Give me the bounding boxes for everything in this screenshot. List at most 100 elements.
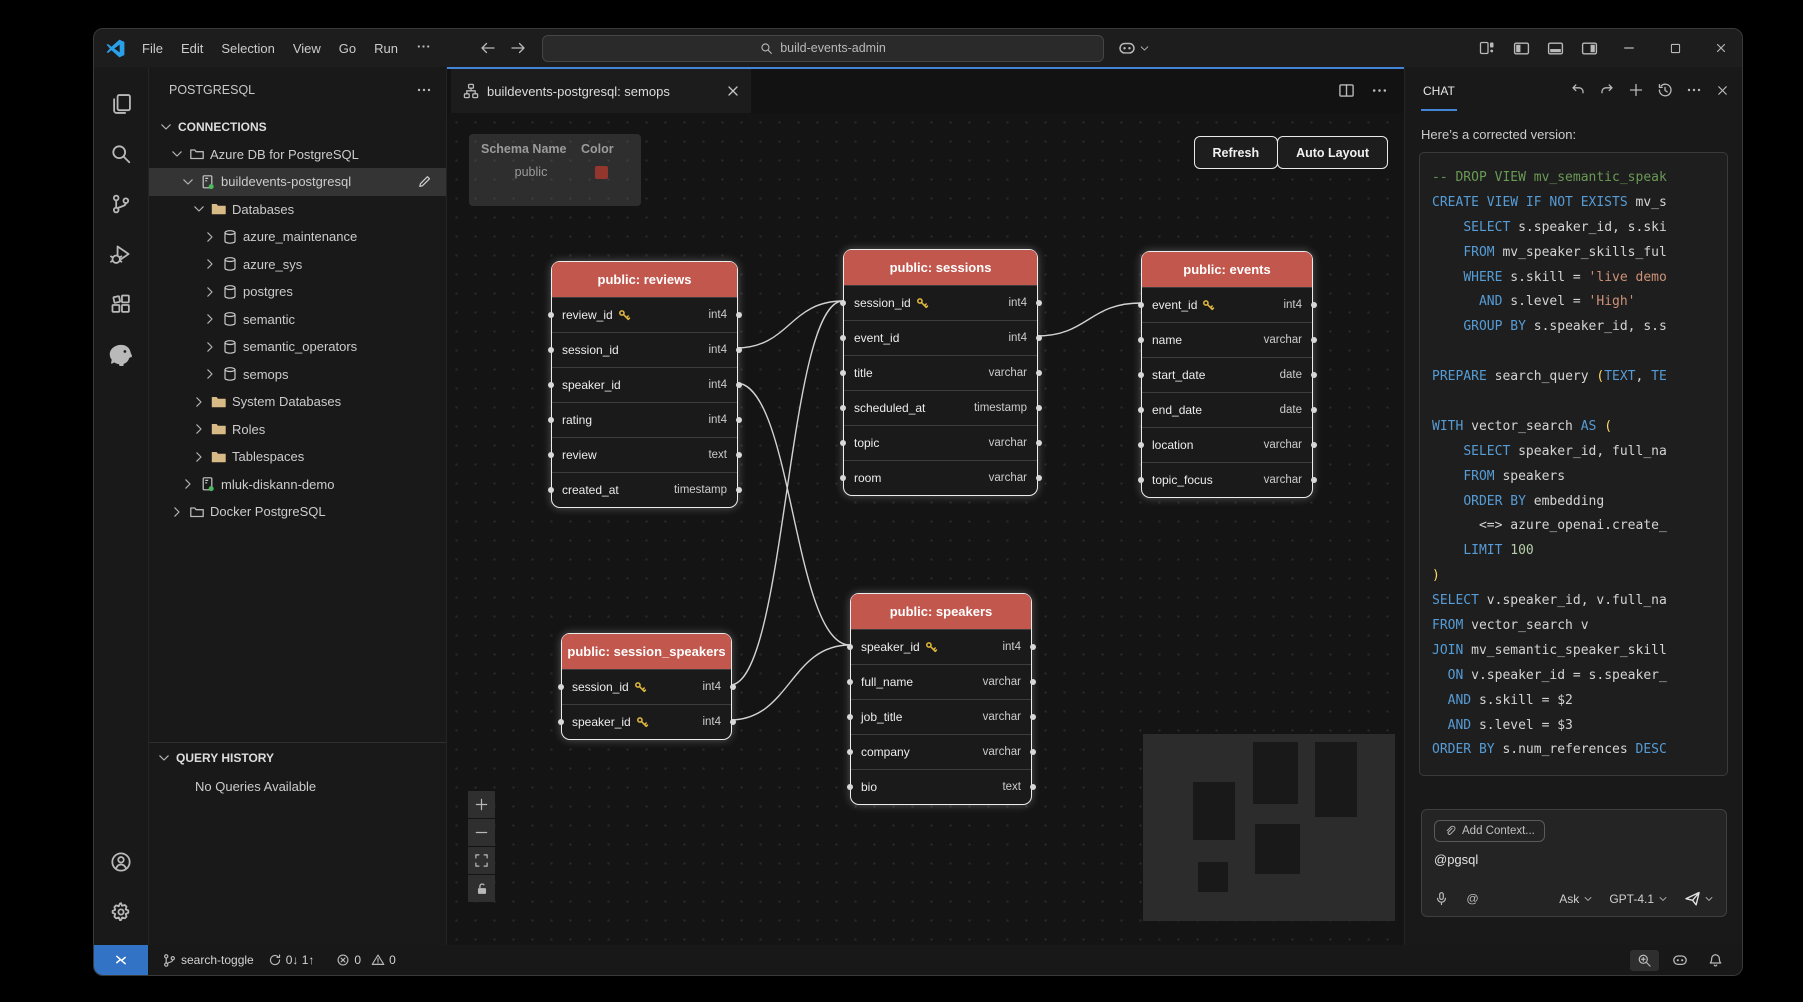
activity-search[interactable] [97, 129, 145, 179]
connection-handle[interactable] [1030, 644, 1036, 650]
connection-handle[interactable] [548, 347, 554, 353]
zoom-in-button[interactable] [468, 791, 495, 818]
sync-status[interactable]: 0↓ 1↑ [268, 953, 315, 967]
toggle-secondary-sidebar-button[interactable] [1574, 33, 1604, 63]
connection-handle[interactable] [548, 452, 554, 458]
tree-item-azure-maintenance[interactable]: azure_maintenance [149, 223, 446, 251]
activity-explorer[interactable] [97, 79, 145, 129]
split-editor-button[interactable] [1338, 82, 1355, 99]
connection-handle[interactable] [736, 452, 742, 458]
connection-handle[interactable] [840, 370, 846, 376]
connection-handle[interactable] [1036, 300, 1042, 306]
add-context-button[interactable]: Add Context... [1434, 820, 1545, 842]
minimize-button[interactable] [1608, 29, 1650, 67]
connection-handle[interactable] [1311, 477, 1317, 483]
menu-edit[interactable]: Edit [172, 37, 212, 60]
connection-handle[interactable] [840, 475, 846, 481]
connection-handle[interactable] [736, 382, 742, 388]
tree-item-roles[interactable]: Roles [149, 416, 446, 444]
connection-handle[interactable] [847, 749, 853, 755]
connection-handle[interactable] [1030, 784, 1036, 790]
connection-handle[interactable] [548, 487, 554, 493]
connection-handle[interactable] [730, 719, 736, 725]
connection-handle[interactable] [1030, 679, 1036, 685]
settings-button[interactable] [97, 887, 145, 937]
connection-handle[interactable] [736, 417, 742, 423]
tree-item-azure-db-for-postgresql[interactable]: Azure DB for PostgreSQL [149, 141, 446, 169]
connection-handle[interactable] [1311, 302, 1317, 308]
menu-run[interactable]: Run [365, 37, 407, 60]
back-button[interactable] [480, 40, 496, 56]
activity-run-debug[interactable] [97, 229, 145, 279]
activity-source-control[interactable] [97, 179, 145, 229]
chat-input-value[interactable]: @pgsql [1434, 852, 1714, 867]
connection-handle[interactable] [847, 784, 853, 790]
connection-handle[interactable] [558, 684, 564, 690]
connection-handle[interactable] [548, 382, 554, 388]
diagram-table-public-speakers[interactable]: public: speakersspeaker_idint4full_namev… [850, 593, 1032, 805]
diagram-table-public-sessions[interactable]: public: sessionssession_idint4event_idin… [843, 249, 1038, 496]
model-dropdown[interactable]: GPT-4.1 [1609, 892, 1668, 906]
connection-handle[interactable] [1036, 440, 1042, 446]
maximize-button[interactable] [1654, 29, 1696, 67]
notifications-button[interactable] [1701, 950, 1730, 971]
sidebar-more-button[interactable] [416, 82, 432, 98]
chat-close-button[interactable] [1715, 83, 1730, 98]
mode-dropdown[interactable]: Ask [1559, 892, 1593, 906]
tab-schema-designer[interactable]: buildevents-postgresql: semops [451, 69, 751, 113]
connection-handle[interactable] [548, 417, 554, 423]
menu-more[interactable] [407, 35, 440, 61]
connection-handle[interactable] [1030, 749, 1036, 755]
redo-button[interactable] [1599, 82, 1615, 98]
connection-handle[interactable] [1138, 477, 1144, 483]
command-search-box[interactable]: build-events-admin [542, 35, 1104, 62]
connection-handle[interactable] [1311, 407, 1317, 413]
zoom-out-button[interactable] [468, 819, 495, 846]
connection-handle[interactable] [1138, 372, 1144, 378]
menu-go[interactable]: Go [330, 37, 365, 60]
forward-button[interactable] [510, 40, 526, 56]
tree-item-postgres[interactable]: postgres [149, 278, 446, 306]
tree-item-semantic[interactable]: semantic [149, 306, 446, 334]
tab-close-icon[interactable] [725, 83, 741, 99]
tree-item-semantic-operators[interactable]: semantic_operators [149, 333, 446, 361]
connection-handle[interactable] [558, 719, 564, 725]
tree-item-connections[interactable]: CONNECTIONS [149, 113, 446, 141]
chat-more-button[interactable] [1686, 82, 1702, 98]
remote-indicator[interactable] [94, 945, 148, 975]
mic-button[interactable] [1434, 891, 1449, 906]
send-button[interactable] [1684, 890, 1714, 907]
copilot-menu[interactable] [1118, 39, 1150, 57]
connection-handle[interactable] [1036, 335, 1042, 341]
activity-postgresql[interactable] [97, 329, 145, 379]
auto-layout-button[interactable]: Auto Layout [1277, 136, 1388, 169]
menu-file[interactable]: File [133, 37, 172, 60]
toggle-sidebar-button[interactable] [1506, 33, 1536, 63]
connection-handle[interactable] [548, 312, 554, 318]
connection-handle[interactable] [1138, 337, 1144, 343]
query-history-header[interactable]: QUERY HISTORY [149, 743, 446, 773]
customize-layout-button[interactable] [1472, 33, 1502, 63]
toggle-panel-button[interactable] [1540, 33, 1570, 63]
branch-status[interactable]: search-toggle [162, 953, 254, 968]
problems-status[interactable]: 0 0 [336, 953, 395, 967]
tree-item-docker-postgresql[interactable]: Docker PostgreSQL [149, 498, 446, 526]
editor-more-button[interactable] [1371, 82, 1388, 99]
zoom-status-button[interactable] [1630, 950, 1659, 971]
diagram-table-public-events[interactable]: public: eventsevent_idint4namevarcharsta… [1141, 251, 1313, 498]
connection-handle[interactable] [1036, 370, 1042, 376]
connection-handle[interactable] [730, 684, 736, 690]
tree-item-semops[interactable]: semops [149, 361, 446, 389]
connection-handle[interactable] [736, 487, 742, 493]
connection-handle[interactable] [736, 312, 742, 318]
connection-handle[interactable] [840, 405, 846, 411]
tree-item-azure-sys[interactable]: azure_sys [149, 251, 446, 279]
connection-handle[interactable] [1138, 407, 1144, 413]
refresh-button[interactable]: Refresh [1194, 136, 1279, 169]
copilot-status-button[interactable] [1665, 949, 1695, 971]
tree-item-buildevents-postgresql[interactable]: buildevents-postgresql [149, 168, 446, 196]
connection-handle[interactable] [1138, 442, 1144, 448]
undo-button[interactable] [1570, 82, 1586, 98]
diagram-table-public-session-speakers[interactable]: public: session_speakerssession_idint4sp… [561, 633, 732, 740]
mention-button[interactable]: @ [1465, 891, 1480, 906]
